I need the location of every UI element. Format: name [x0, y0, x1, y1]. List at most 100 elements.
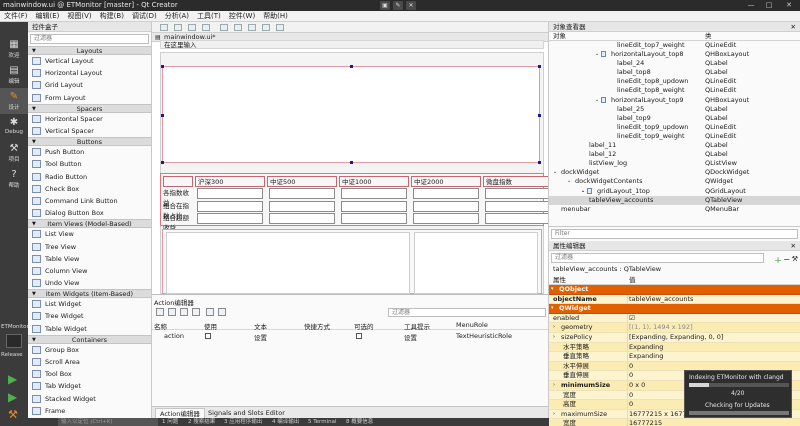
layout-grid-icon[interactable]	[248, 24, 256, 31]
resize-handle[interactable]	[538, 114, 541, 117]
table-row[interactable]: lineEdit_top9_weight QLineEdit	[549, 132, 800, 141]
tab-action-editor[interactable]: Action编辑器	[155, 408, 205, 418]
resize-handle[interactable]	[538, 161, 541, 164]
chevron-down-icon[interactable]: ›	[553, 381, 555, 391]
chevron-down-icon[interactable]: ›	[553, 410, 555, 420]
grid-line-edit[interactable]	[485, 200, 551, 212]
widget-item[interactable]: Horizontal Layout	[28, 67, 151, 79]
remove-property-icon[interactable]: −	[783, 255, 790, 264]
property-row[interactable]: ▾ QObject	[549, 285, 800, 295]
grid-line-edit[interactable]	[485, 188, 551, 199]
widget-item[interactable]: Push Button	[28, 146, 151, 158]
widget-category[interactable]: ▼ Layouts	[28, 46, 151, 55]
grid-line-edit[interactable]	[413, 200, 479, 212]
table-row[interactable]: lineEdit_top9_updown QLineEdit	[549, 123, 800, 132]
debug-run-icon[interactable]: ▶	[8, 390, 17, 404]
paste-action-icon[interactable]	[180, 308, 188, 316]
menu-edit[interactable]: 编辑(E)	[32, 11, 64, 22]
chevron-down-icon[interactable]: ⌄	[595, 96, 599, 105]
col-checkable[interactable]: 可选的	[354, 321, 374, 331]
output-tab-search[interactable]: 2 搜索结果	[188, 418, 215, 426]
widget-item[interactable]: Tree View	[28, 240, 151, 252]
grid-line-edit[interactable]	[485, 213, 551, 224]
table-row[interactable]: lineEdit_top8_updown QLineEdit	[549, 77, 800, 86]
resize-handle[interactable]	[161, 114, 164, 117]
object-tree[interactable]: lineEdit_top7_weight QLineEdit ⌄ horizontal…	[549, 41, 800, 214]
widget-category[interactable]: ▼ Item Views (Model-Based)	[28, 219, 151, 229]
chevron-down-icon[interactable]: ▾	[551, 285, 554, 295]
resize-handle[interactable]	[161, 65, 164, 68]
locator-input[interactable]: 输入以定位 (Ctrl+K)	[58, 418, 158, 426]
menu-analyze[interactable]: 分析(A)	[161, 11, 193, 22]
widget-item[interactable]: Vertical Spacer	[28, 125, 151, 137]
resize-handle[interactable]	[350, 65, 353, 68]
widget-item[interactable]: Grid Layout	[28, 79, 151, 91]
edit-buddies-icon[interactable]	[188, 24, 196, 31]
col-object[interactable]: 对象	[553, 32, 566, 41]
monitor-icon[interactable]	[6, 334, 22, 348]
widget-category[interactable]: ▼ Spacers	[28, 103, 151, 113]
project-name[interactable]: ETMonitor	[1, 324, 29, 330]
configure-icon[interactable]	[218, 308, 226, 316]
table-row[interactable]: label_24 QLabel	[549, 59, 800, 68]
mode-welcome[interactable]: ▦ 欢迎	[0, 36, 28, 62]
form-menubar[interactable]: 在这里输入	[160, 40, 544, 49]
widget-item[interactable]: Form Layout	[28, 92, 151, 104]
menu-debug[interactable]: 调试(D)	[128, 11, 161, 22]
object-filter-input[interactable]: Filter	[551, 229, 798, 239]
grid-line-edit[interactable]	[413, 188, 479, 199]
widget-item[interactable]: Tree Widget	[28, 310, 151, 322]
table-row[interactable]: ⌄ dockWidgetContents QWidget	[549, 177, 800, 186]
grid-line-edit[interactable]	[269, 213, 335, 224]
edit-tab-order-icon[interactable]	[202, 24, 210, 31]
minimize-icon[interactable]: —	[744, 0, 758, 11]
break-layout-icon[interactable]	[262, 24, 270, 31]
close-overlay-icon[interactable]: ✕	[406, 1, 416, 10]
mode-edit[interactable]: ▤ 编辑	[0, 62, 28, 88]
table-row[interactable]: listView_log QListView	[549, 159, 800, 168]
table-row[interactable]: action 设置 设置 TextHeuristicRole	[152, 331, 548, 342]
property-row[interactable]: 水平策略 Expanding	[549, 342, 800, 353]
mode-projects[interactable]: ⚒ 项目	[0, 140, 28, 166]
side-list-view[interactable]	[414, 232, 538, 294]
menu-tools[interactable]: 工具(T)	[193, 11, 225, 22]
menu-help[interactable]: 帮助(H)	[259, 11, 292, 22]
property-row[interactable]: enabled ☑	[549, 313, 800, 324]
table-row[interactable]: label_top9 QLabel	[549, 114, 800, 123]
copy-action-icon[interactable]	[168, 308, 176, 316]
widget-category[interactable]: ▼ Buttons	[28, 137, 151, 147]
tools-icon[interactable]: ✎	[393, 1, 403, 10]
configure-icon[interactable]: ⚒	[792, 255, 798, 263]
col-name[interactable]: 名称	[154, 321, 167, 331]
property-row[interactable]: objectName tableView_accounts	[549, 294, 800, 305]
property-row[interactable]: 垂直策略 Expanding	[549, 352, 800, 362]
view-mode-icon[interactable]	[206, 308, 214, 316]
grid-line-edit[interactable]	[341, 213, 407, 224]
col-property[interactable]: 属性	[553, 276, 566, 285]
chevron-down-icon[interactable]: ›	[553, 323, 555, 333]
grid-line-edit[interactable]	[269, 200, 335, 212]
grid-line-edit[interactable]	[197, 188, 263, 199]
widget-item[interactable]: List View	[28, 228, 151, 240]
adjust-size-icon[interactable]	[276, 24, 284, 31]
chevron-down-icon[interactable]: ⌄	[567, 177, 571, 186]
new-action-icon[interactable]	[156, 308, 164, 316]
table-row[interactable]: menubar QMenuBar	[549, 205, 800, 214]
widget-item[interactable]: Group Box	[28, 344, 151, 356]
col-text[interactable]: 文本	[254, 321, 267, 331]
table-row[interactable]: ⌄ horizontalLayout_top9 QHBoxLayout	[549, 96, 800, 105]
col-tooltip[interactable]: 工具提示	[404, 321, 430, 331]
grid-line-edit[interactable]	[269, 188, 335, 199]
screenshot-icon[interactable]: ▣	[380, 1, 390, 10]
widget-item[interactable]: Column View	[28, 265, 151, 277]
widget-item[interactable]: Frame	[28, 405, 151, 417]
widget-category[interactable]: ▼ Containers	[28, 334, 151, 344]
edit-widgets-icon[interactable]	[160, 24, 168, 31]
log-list-view[interactable]	[166, 232, 410, 294]
output-tab-terminal[interactable]: 5 Terminal	[308, 418, 337, 426]
mode-design[interactable]: ✎ 设计	[0, 88, 28, 114]
panel-close-icon[interactable]: ✕	[791, 241, 796, 251]
grid-line-edit[interactable]	[341, 200, 407, 212]
chevron-down-icon[interactable]: ⌄	[595, 50, 599, 59]
resize-handle[interactable]	[161, 161, 164, 164]
